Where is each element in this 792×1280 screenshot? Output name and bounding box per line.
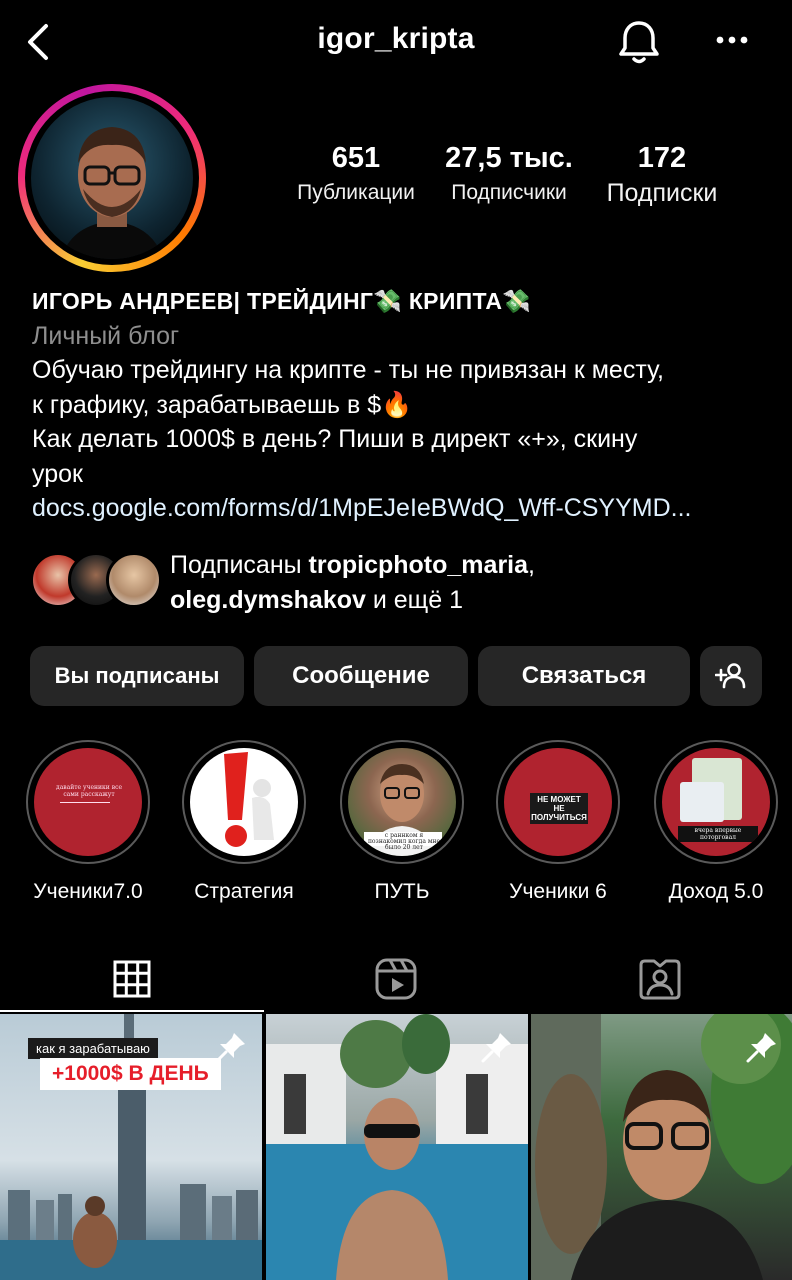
highlight-ring: вчера впервые поторговал: [654, 740, 778, 864]
profile-username: igor_kripta: [317, 22, 475, 55]
followed-by[interactable]: Подписаны tropicphoto_maria, oleg.dymsha…: [30, 548, 770, 614]
tab-grid[interactable]: [0, 946, 264, 1012]
post-thumbnail[interactable]: как я зарабатываю +1000$ В ДЕНЬ: [0, 1014, 262, 1280]
post-thumbnail[interactable]: [266, 1014, 528, 1280]
highlight-label: Ученики 6: [509, 880, 607, 903]
highlight-ring: НЕ МОЖЕТ НЕ ПОЛУЧИТЬСЯ: [496, 740, 620, 864]
stat-followers-value: 27,5 тыс.: [445, 142, 573, 174]
bio-line: Как делать 1000$ в день? Пиши в директ «…: [32, 425, 638, 453]
grid-icon: [113, 960, 151, 998]
highlight-label: Стратегия: [194, 880, 294, 903]
highlight-cover-text: НЕ МОЖЕТ НЕ ПОЛУЧИТЬСЯ: [530, 793, 588, 824]
highlight-cover-text: с раннком я познакомил когда мне было 20…: [367, 832, 441, 851]
highlight-ring: с раннком я познакомил когда мне было 20…: [340, 740, 464, 864]
stat-posts-value: 651: [331, 142, 381, 174]
active-tab-indicator: [0, 1010, 264, 1012]
post-caption-top: как я зарабатываю: [28, 1038, 158, 1059]
followed-by-text: Подписаны tropicphoto_maria, oleg.dymsha…: [170, 548, 535, 618]
profile-category: Личный блог: [32, 321, 180, 350]
highlight-cover: с раннком я познакомил когда мне было 20…: [348, 748, 456, 856]
highlight-item[interactable]: с раннком я познакомил когда мне было 20…: [322, 740, 482, 904]
highlight-item[interactable]: Стратегия: [164, 740, 324, 904]
highlight-item[interactable]: НЕ МОЖЕТ НЕ ПОЛУЧИТЬСЯ Ученики 6: [478, 740, 638, 904]
highlight-cover: давайте ученики все сами расскажут: [34, 748, 142, 856]
bio-line: к графику, зарабатываешь в $🔥: [32, 390, 413, 419]
suggest-people-button[interactable]: [700, 646, 762, 706]
highlight-cover: НЕ МОЖЕТ НЕ ПОЛУЧИТЬСЯ: [504, 748, 612, 856]
top-bar: igor_kripta: [0, 0, 792, 86]
followed-by-separator: ,: [528, 551, 535, 579]
followed-by-user[interactable]: tropicphoto_maria: [309, 551, 528, 579]
avatar[interactable]: [31, 97, 193, 259]
reels-icon: [375, 958, 417, 1000]
highlight-item[interactable]: вчера впервые поторговал Доход 5.0: [636, 740, 792, 904]
contact-button[interactable]: Связаться: [478, 646, 690, 706]
screenshot-card: [680, 782, 724, 822]
post-thumbnail[interactable]: [531, 1014, 792, 1280]
profile-full-name: ИГОРЬ АНДРЕЕВ| ТРЕЙДИНГ💸 КРИПТА💸: [32, 288, 532, 314]
profile-bio: ИГОРЬ АНДРЕЕВ| ТРЕЙДИНГ💸 КРИПТА💸 Личный …: [32, 284, 772, 526]
pin-icon: [481, 1033, 511, 1063]
bio-line: Обучаю трейдингу на крипте - ты не привя…: [32, 356, 665, 384]
bio-line: урок: [32, 459, 83, 488]
bell-icon[interactable]: [616, 18, 662, 66]
follower-avatar: [106, 552, 162, 608]
arrow-icon: [60, 802, 110, 803]
highlight-ring: [182, 740, 306, 864]
stat-following-value: 172: [637, 142, 687, 174]
pin-icon: [215, 1033, 245, 1063]
highlight-label: Доход 5.0: [668, 880, 764, 903]
highlight-cover: [190, 748, 298, 856]
pin-icon: [746, 1033, 776, 1063]
more-horizontal-icon[interactable]: [712, 28, 752, 52]
highlight-cover: вчера впервые поторговал: [662, 748, 770, 856]
exclamation-figure-icon: [224, 752, 274, 847]
highlight-ring: давайте ученики все сами расскажут: [26, 740, 150, 864]
highlight-label: ПУТЬ: [374, 880, 430, 903]
followed-by-prefix: Подписаны: [170, 551, 309, 579]
avatar-portrait: [61, 127, 163, 259]
stat-following-label: Подписки: [606, 179, 718, 207]
add-person-icon: [715, 663, 746, 689]
followed-by-suffix: и ещё 1: [365, 586, 463, 614]
followed-by-user[interactable]: oleg.dymshakov: [170, 586, 366, 614]
highlight-cover-text: давайте ученики все сами расскажут: [56, 784, 122, 798]
tab-tagged[interactable]: [528, 946, 792, 1012]
post-caption-main: +1000$ В ДЕНЬ: [40, 1058, 221, 1090]
stat-followers-label: Подписчики: [451, 181, 567, 204]
highlight-item[interactable]: давайте ученики все сами расскажут Учени…: [8, 740, 168, 904]
stat-posts[interactable]: 651 Публикации: [280, 142, 432, 205]
stat-followers[interactable]: 27,5 тыс. Подписчики: [436, 142, 582, 205]
story-ring[interactable]: [18, 84, 206, 272]
stat-following[interactable]: 172 Подписки: [594, 142, 730, 208]
highlight-cover-text: вчера впервые поторговал: [678, 826, 758, 842]
tagged-icon: [639, 959, 681, 1000]
bio-link[interactable]: docs.google.com/forms/d/1MpEJeIeBWdQ_Wff…: [32, 491, 762, 526]
message-button[interactable]: Сообщение: [254, 646, 468, 706]
highlight-label: Ученики7.0: [33, 880, 143, 903]
stat-posts-label: Публикации: [297, 181, 415, 204]
following-button[interactable]: Вы подписаны: [30, 646, 244, 706]
tab-reels[interactable]: [264, 946, 528, 1012]
